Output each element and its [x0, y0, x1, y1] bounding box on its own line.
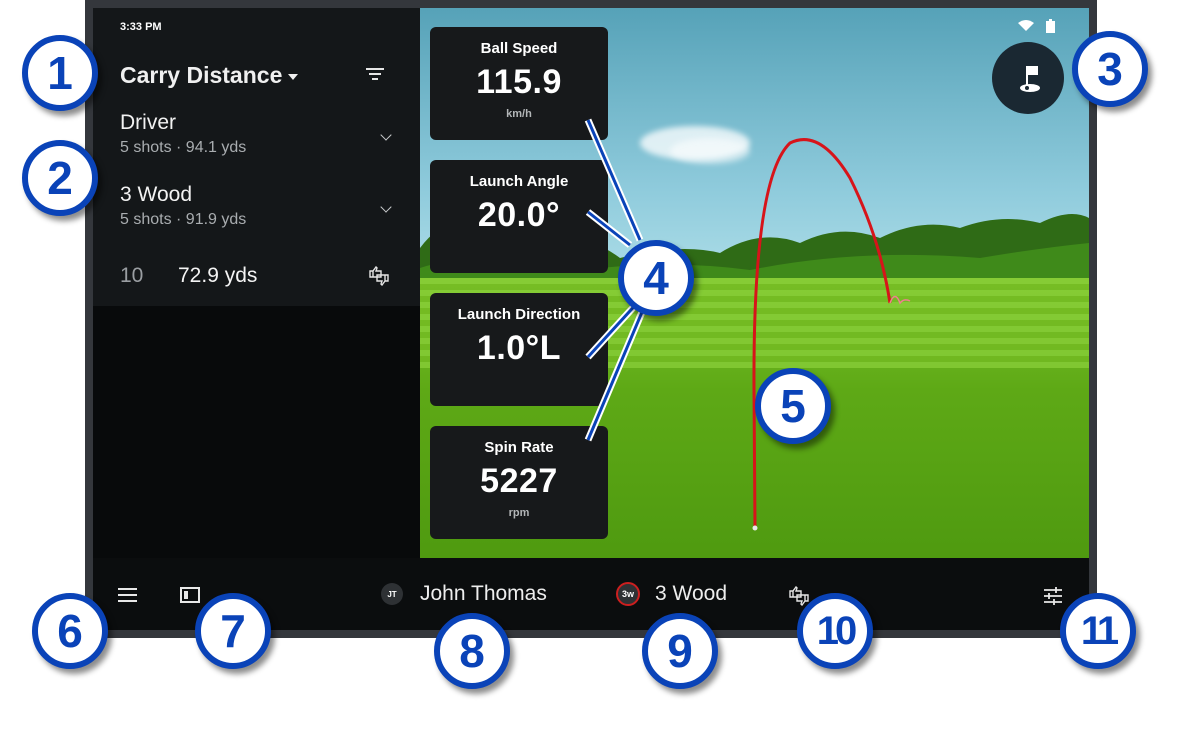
club-selector[interactable]: 3w 3 Wood	[616, 582, 727, 606]
club-group-name: 3 Wood	[120, 183, 192, 206]
club-group-name: Driver	[120, 111, 176, 134]
stat-card-ball-speed: Ball Speed 115.9 km/h	[430, 27, 608, 140]
side-panel-toggle-icon[interactable]	[180, 587, 200, 603]
avatar: JT	[381, 583, 403, 605]
battery-icon	[1046, 19, 1055, 33]
stat-card-launch-direction: Launch Direction 1.0°L	[430, 293, 608, 406]
callout-11: 11	[1060, 593, 1136, 669]
stat-value: 20.0°	[477, 196, 561, 234]
callout-7: 7	[195, 593, 271, 669]
app-screen: 3:33 PM Carry Distance Driver 5 shots · …	[93, 8, 1089, 630]
player-selector[interactable]: JT John Thomas	[381, 582, 547, 606]
wifi-icon	[1018, 20, 1034, 31]
callout-10: 10	[797, 593, 873, 669]
stat-label: Spin Rate	[484, 439, 554, 456]
stat-card-launch-angle: Launch Angle 20.0°	[430, 160, 608, 273]
callout-2: 2	[22, 140, 98, 216]
callout-8: 8	[434, 613, 510, 689]
clock: 3:33 PM	[120, 21, 162, 33]
club-group-driver[interactable]: Driver 5 shots · 94.1 yds	[120, 111, 392, 157]
callout-4: 4	[618, 240, 694, 316]
thumbs-up-down-icon[interactable]	[368, 266, 390, 286]
filter-icon[interactable]	[366, 68, 384, 82]
club-badge: 3w	[616, 582, 640, 606]
callout-1: 1	[22, 35, 98, 111]
stat-unit: rpm	[508, 507, 530, 519]
hamburger-menu-icon[interactable]	[118, 588, 137, 602]
stat-label: Launch Angle	[469, 173, 569, 190]
callout-9: 9	[642, 613, 718, 689]
club-name: 3 Wood	[655, 582, 727, 605]
callout-3: 3	[1072, 31, 1148, 107]
callout-5: 5	[755, 368, 831, 444]
range-view: Ball Speed 115.9 km/h Launch Angle 20.0°…	[420, 8, 1089, 558]
stat-label: Launch Direction	[457, 306, 581, 323]
shot-history-panel: 3:33 PM Carry Distance Driver 5 shots · …	[93, 8, 420, 558]
golf-flag-icon	[1020, 66, 1040, 92]
shot-list-section: 3:33 PM Carry Distance Driver 5 shots · …	[93, 8, 420, 306]
caret-down-icon	[288, 73, 299, 80]
shot-number: 10	[120, 264, 144, 287]
shot-carry-value: 72.9 yds	[178, 264, 258, 287]
stat-value: 115.9	[476, 63, 562, 101]
club-group-summary: 5 shots · 94.1 yds	[120, 139, 247, 156]
callout-6: 6	[32, 593, 108, 669]
player-name: John Thomas	[420, 582, 547, 605]
status-icons	[1018, 19, 1055, 33]
stat-value: 1.0°L	[476, 329, 562, 367]
thumbs-up-down-icon[interactable]	[788, 586, 810, 606]
stat-label: Ball Speed	[480, 40, 558, 57]
course-view-button[interactable]	[992, 42, 1064, 114]
club-group-summary: 5 shots · 91.9 yds	[120, 211, 247, 228]
stat-unit: km/h	[506, 108, 532, 120]
metric-selector-label: Carry Distance	[120, 62, 283, 88]
stat-card-spin-rate: Spin Rate 5227 rpm	[430, 426, 608, 539]
metric-selector[interactable]: Carry Distance	[120, 62, 299, 89]
sliders-icon[interactable]	[1042, 586, 1064, 606]
shot-row[interactable]: 10 72.9 yds	[120, 262, 390, 290]
stat-value: 5227	[480, 462, 558, 500]
club-group-3-wood[interactable]: 3 Wood 5 shots · 91.9 yds	[120, 183, 392, 229]
